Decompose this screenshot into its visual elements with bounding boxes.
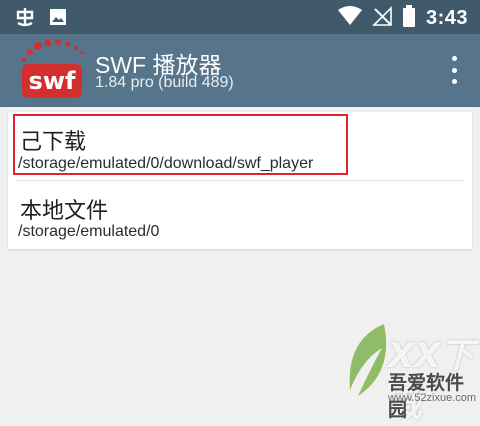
list-item-title: 本地文件 xyxy=(20,199,109,224)
watermark: XX下载 吾爱软件园 www.52zixue.com xyxy=(336,320,477,425)
watermark-url: www.52zixue.com xyxy=(388,392,477,404)
app-bar: swf SWF 播放器 1.84 pro (build 489) xyxy=(0,34,480,107)
status-clock: 3:43 xyxy=(425,7,468,29)
app-logo-text: swf xyxy=(29,67,76,95)
folder-list: 己下载 /storage/emulated/0/download/swf_pla… xyxy=(8,112,472,249)
more-vert-icon[interactable] xyxy=(448,56,460,84)
status-right-icons: 3:43 xyxy=(337,5,468,32)
app-version: 1.84 pro (build 489) xyxy=(95,74,234,91)
image-icon xyxy=(48,7,68,32)
notification-app-icon xyxy=(14,6,36,33)
app-logo: swf xyxy=(18,38,88,102)
wifi-icon xyxy=(337,6,362,31)
watermark-leaf-icon xyxy=(349,324,387,396)
status-left-icons xyxy=(14,6,68,33)
battery-icon xyxy=(402,5,416,32)
status-bar: 3:43 xyxy=(0,0,480,34)
list-item-local-files[interactable]: 本地文件 /storage/emulated/0 xyxy=(8,181,472,249)
list-item-path: /storage/emulated/0 xyxy=(18,223,160,240)
no-signal-icon xyxy=(372,6,392,31)
list-item-downloaded[interactable]: 己下载 /storage/emulated/0/download/swf_pla… xyxy=(8,112,472,180)
highlight-box xyxy=(13,114,348,175)
